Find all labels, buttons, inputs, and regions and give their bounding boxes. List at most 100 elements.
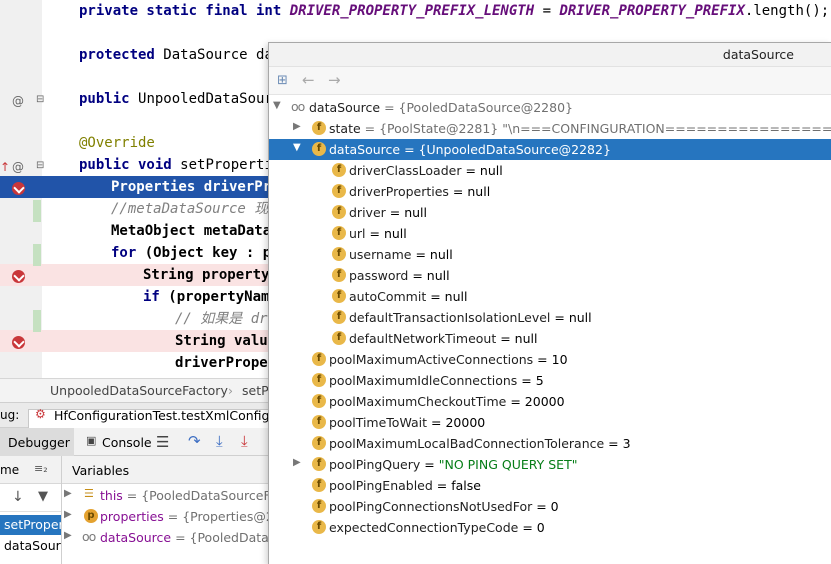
code-token: Properties driverPro	[111, 179, 280, 195]
breakpoint-icon[interactable]	[12, 336, 25, 349]
code-line[interactable]: private static final int DRIVER_PROPERTY…	[0, 0, 831, 22]
tree-row[interactable]: f driver = null	[269, 202, 831, 223]
popup-title-bar[interactable]: dataSource	[269, 43, 831, 67]
field-value: = 0	[532, 499, 559, 514]
frame-row-selected[interactable]: setProper	[0, 515, 61, 535]
tree-row-text: url = null	[349, 226, 407, 241]
tree-row[interactable]: ▼ oo dataSource = {PooledDataSource@2280}	[269, 97, 831, 118]
frames-header: me ≡₂	[0, 456, 61, 484]
field-value: = null	[496, 331, 538, 346]
change-marker	[33, 310, 41, 332]
tree-row[interactable]: f expectedConnectionTypeCode = 0	[269, 517, 831, 538]
field-value: = {PooledDataSource@2280}	[380, 100, 573, 115]
frame-row[interactable]: dataSourc	[0, 536, 61, 556]
tree-row-text: driverProperties = null	[349, 184, 490, 199]
field-value: = null	[365, 226, 407, 241]
field-icon: f	[332, 310, 346, 324]
field-icon: f	[332, 226, 346, 240]
tree-row-text: poolPingQuery = "NO PING QUERY SET"	[329, 457, 577, 472]
forward-arrow-icon[interactable]: →	[328, 71, 341, 89]
menu-icon[interactable]: ☰	[156, 433, 169, 451]
tree-row-selected[interactable]: ▼ f dataSource = {UnpooledDataSource@2282}	[269, 139, 831, 160]
field-icon: f	[312, 457, 326, 471]
tree-row[interactable]: f poolPingEnabled = false	[269, 475, 831, 496]
field-icon: f	[312, 394, 326, 408]
filter-icon[interactable]: ▼	[38, 489, 48, 504]
step-into-icon[interactable]: ⤓	[241, 432, 248, 450]
field-name: poolPingEnabled	[329, 478, 433, 493]
change-marker	[33, 200, 41, 222]
code-text: String propertyN	[143, 267, 278, 283]
field-name: poolMaximumLocalBadConnectionTolerance	[329, 436, 605, 451]
tree-row[interactable]: ▶ f poolPingQuery = "NO PING QUERY SET"	[269, 454, 831, 475]
tree-row[interactable]: f poolPingConnectionsNotUsedFor = 0	[269, 496, 831, 517]
override-up-arrow-icon[interactable]: ↑	[0, 160, 10, 174]
tree-row[interactable]: f autoCommit = null	[269, 286, 831, 307]
tree-row-text: password = null	[349, 268, 450, 283]
code-text: Properties driverPro	[111, 179, 280, 195]
field-name: poolPingQuery	[329, 457, 421, 472]
debugger-tab-label[interactable]: Debugger	[8, 435, 70, 450]
arrow-down-icon[interactable]: ↓	[12, 489, 24, 505]
code-text: //metaDataSource 现在	[111, 201, 282, 217]
fold-icon[interactable]: ⊟	[36, 160, 44, 171]
change-marker	[33, 244, 41, 266]
tree-row-text: driver = null	[349, 205, 427, 220]
field-name: username	[349, 247, 412, 262]
tree-row[interactable]: f password = null	[269, 265, 831, 286]
console-tab-label[interactable]: Console	[102, 435, 152, 450]
tree-row[interactable]: f defaultNetworkTimeout = null	[269, 328, 831, 349]
back-arrow-icon[interactable]: ←	[302, 71, 315, 89]
watch-glasses-icon: oo	[291, 99, 305, 114]
tree-row[interactable]: f poolMaximumIdleConnections = 5	[269, 370, 831, 391]
breakpoint-icon[interactable]	[12, 270, 25, 283]
code-text: @Override	[79, 135, 155, 151]
tree-row[interactable]: f url = null	[269, 223, 831, 244]
frame-label[interactable]: dataSourc	[4, 538, 61, 553]
tree-row[interactable]: f poolMaximumCheckoutTime = 20000	[269, 391, 831, 412]
code-token: protected	[79, 47, 164, 63]
code-token: .length();	[744, 3, 830, 19]
breadcrumb-separator: ›	[228, 383, 233, 398]
tree-row[interactable]: f poolMaximumLocalBadConnectionTolerance …	[269, 433, 831, 454]
fold-icon[interactable]: ⊟	[36, 94, 44, 105]
override-method-icon[interactable]: @	[12, 160, 24, 174]
code-text: if (propertyName	[143, 289, 278, 305]
session-tab-label[interactable]: HfConfigurationTest.testXmlConfigur	[54, 408, 283, 423]
override-annotation-icon[interactable]: @	[12, 94, 24, 108]
parameter-icon: p	[84, 509, 98, 523]
breakpoint-icon[interactable]	[12, 182, 25, 195]
expand-arrow-icon[interactable]: ▶	[64, 530, 72, 541]
show-in-tree-icon[interactable]: ⊞	[277, 73, 288, 88]
tree-row[interactable]: f driverClassLoader = null	[269, 160, 831, 181]
expand-arrow-icon[interactable]: ▶	[64, 488, 72, 499]
expand-arrow-icon[interactable]: ▶	[293, 121, 301, 132]
tree-row[interactable]: f poolMaximumActiveConnections = 10	[269, 349, 831, 370]
tree-row[interactable]: f driverProperties = null	[269, 181, 831, 202]
show-execution-point-icon[interactable]: ↷	[188, 432, 201, 450]
code-token: driverProper	[175, 355, 277, 371]
breadcrumb-method[interactable]: setP	[242, 383, 269, 398]
field-value: = 5	[517, 373, 544, 388]
field-value: = null	[385, 205, 427, 220]
code-token: String value	[175, 333, 277, 349]
tree-row-text: poolMaximumCheckoutTime = 20000	[329, 394, 565, 409]
tree-row-text: state = {PoolState@2281} "\n===CONFINGUR…	[329, 121, 831, 136]
variables-label: Variables	[72, 463, 130, 478]
field-value: = 3	[604, 436, 631, 451]
collapse-arrow-icon[interactable]: ▼	[293, 142, 301, 153]
step-over-icon[interactable]: ⤓	[216, 432, 223, 450]
code-token: UnpooledDataSourc	[138, 91, 282, 107]
field-value: = null	[448, 184, 491, 199]
tree-row[interactable]: f defaultTransactionIsolationLevel = null	[269, 307, 831, 328]
breadcrumb-class[interactable]: UnpooledDataSourceFactory	[50, 383, 228, 398]
collapse-arrow-icon[interactable]: ▼	[273, 100, 281, 111]
frames-options-icon[interactable]: ≡₂	[34, 462, 48, 475]
frame-label[interactable]: setProper	[4, 517, 61, 532]
tree-row[interactable]: ▶ f state = {PoolState@2281} "\n===CONFING…	[269, 118, 831, 139]
expand-arrow-icon[interactable]: ▶	[293, 457, 301, 468]
code-token: for	[111, 245, 145, 261]
expand-arrow-icon[interactable]: ▶	[64, 509, 72, 520]
tree-row[interactable]: f username = null	[269, 244, 831, 265]
tree-row[interactable]: f poolTimeToWait = 20000	[269, 412, 831, 433]
